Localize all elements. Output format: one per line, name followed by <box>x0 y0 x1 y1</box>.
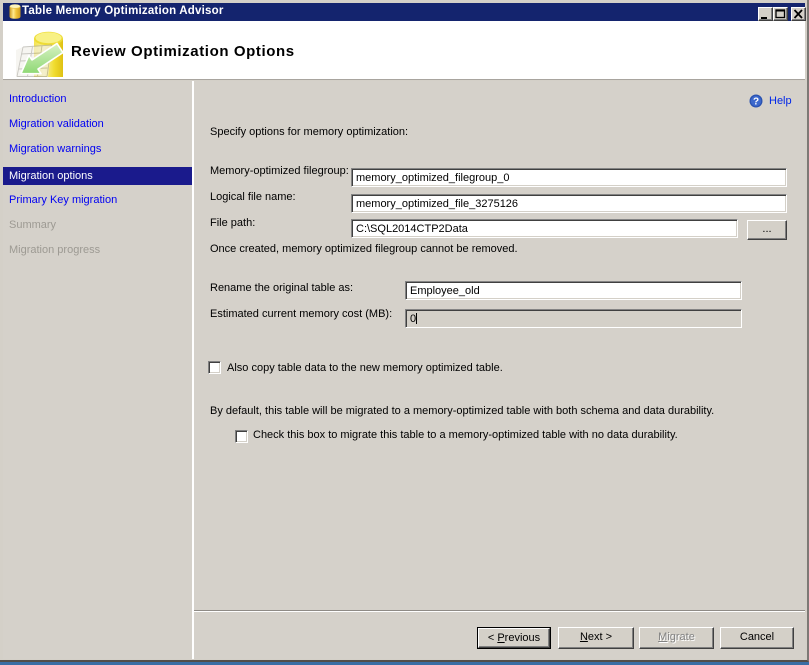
svg-text:?: ? <box>753 97 759 108</box>
